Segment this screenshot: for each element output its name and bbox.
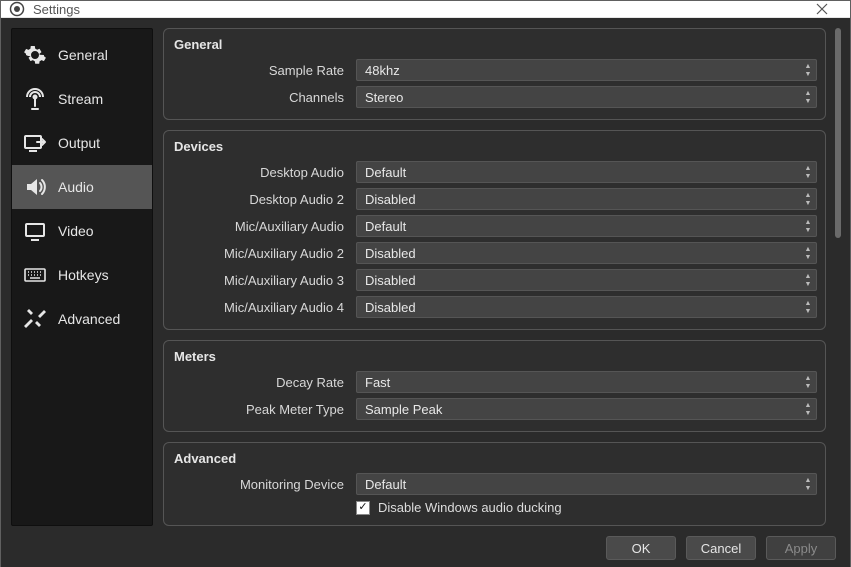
channels-label: Channels xyxy=(172,90,350,105)
mic-aux4-select[interactable]: Disabled▲▼ xyxy=(356,296,817,318)
keyboard-icon xyxy=(22,262,48,288)
cancel-button[interactable]: Cancel xyxy=(686,536,756,560)
window-title: Settings xyxy=(33,2,80,17)
desktop-audio-label: Desktop Audio xyxy=(172,165,350,180)
group-meters: Meters Decay Rate Fast▲▼ Peak Meter Type… xyxy=(163,340,826,432)
sidebar-item-label: Stream xyxy=(58,91,103,107)
group-title: Devices xyxy=(174,139,817,154)
disable-ducking-label: Disable Windows audio ducking xyxy=(378,500,562,515)
app-icon xyxy=(9,1,25,17)
close-button[interactable] xyxy=(802,1,842,17)
sidebar-item-video[interactable]: Video xyxy=(12,209,152,253)
sidebar-item-label: Video xyxy=(58,223,94,239)
sidebar-item-label: Hotkeys xyxy=(58,267,109,283)
combo-value: Sample Peak xyxy=(357,402,800,417)
updown-icon: ▲▼ xyxy=(800,300,816,315)
group-general: General Sample Rate 48khz ▲▼ Channels St xyxy=(163,28,826,120)
sidebar-item-audio[interactable]: Audio xyxy=(12,165,152,209)
decay-rate-select[interactable]: Fast▲▼ xyxy=(356,371,817,393)
channels-select[interactable]: Stereo ▲▼ xyxy=(356,86,817,108)
desktop-audio-select[interactable]: Default▲▼ xyxy=(356,161,817,183)
updown-icon: ▲▼ xyxy=(800,375,816,390)
titlebar: Settings xyxy=(1,1,850,18)
sample-rate-select[interactable]: 48khz ▲▼ xyxy=(356,59,817,81)
mic-aux4-label: Mic/Auxiliary Audio 4 xyxy=(172,300,350,315)
sidebar-item-stream[interactable]: Stream xyxy=(12,77,152,121)
disable-ducking-checkbox[interactable]: ✓ xyxy=(356,501,370,515)
tools-icon xyxy=(22,306,48,332)
scrollbar[interactable] xyxy=(832,28,844,526)
sidebar-item-label: Audio xyxy=(58,179,94,195)
group-title: General xyxy=(174,37,817,52)
combo-value: 48khz xyxy=(357,63,800,78)
sidebar-item-label: Advanced xyxy=(58,311,120,327)
mic-aux2-label: Mic/Auxiliary Audio 2 xyxy=(172,246,350,261)
updown-icon: ▲▼ xyxy=(800,246,816,261)
sidebar-item-advanced[interactable]: Advanced xyxy=(12,297,152,341)
desktop-audio2-select[interactable]: Disabled▲▼ xyxy=(356,188,817,210)
combo-value: Disabled xyxy=(357,300,800,315)
combo-value: Disabled xyxy=(357,246,800,261)
updown-icon: ▲▼ xyxy=(800,192,816,207)
peak-meter-type-label: Peak Meter Type xyxy=(172,402,350,417)
mic-aux-label: Mic/Auxiliary Audio xyxy=(172,219,350,234)
combo-value: Default xyxy=(357,477,800,492)
monitoring-device-select[interactable]: Default▲▼ xyxy=(356,473,817,495)
updown-icon: ▲▼ xyxy=(800,273,816,288)
sidebar-item-hotkeys[interactable]: Hotkeys xyxy=(12,253,152,297)
decay-rate-label: Decay Rate xyxy=(172,375,350,390)
combo-value: Disabled xyxy=(357,273,800,288)
stream-icon xyxy=(22,86,48,112)
group-title: Advanced xyxy=(174,451,817,466)
video-icon xyxy=(22,218,48,244)
content-wrap: General Sample Rate 48khz ▲▼ Channels St xyxy=(153,28,846,526)
sidebar-item-label: Output xyxy=(58,135,100,151)
updown-icon: ▲▼ xyxy=(800,90,816,105)
peak-meter-type-select[interactable]: Sample Peak▲▼ xyxy=(356,398,817,420)
group-devices: Devices Desktop Audio Default▲▼ Desktop … xyxy=(163,130,826,330)
combo-value: Default xyxy=(357,165,800,180)
body: General Stream Output xyxy=(1,18,850,567)
sidebar: General Stream Output xyxy=(11,28,153,526)
footer: OK Cancel Apply xyxy=(11,532,846,562)
settings-window: Settings General Stream xyxy=(0,0,851,567)
audio-icon xyxy=(22,174,48,200)
main-row: General Stream Output xyxy=(11,28,846,526)
mic-aux3-select[interactable]: Disabled▲▼ xyxy=(356,269,817,291)
sidebar-item-label: General xyxy=(58,47,108,63)
desktop-audio2-label: Desktop Audio 2 xyxy=(172,192,350,207)
ok-button[interactable]: OK xyxy=(606,536,676,560)
sidebar-item-output[interactable]: Output xyxy=(12,121,152,165)
updown-icon: ▲▼ xyxy=(800,165,816,180)
updown-icon: ▲▼ xyxy=(800,477,816,492)
monitoring-device-label: Monitoring Device xyxy=(172,477,350,492)
group-title: Meters xyxy=(174,349,817,364)
updown-icon: ▲▼ xyxy=(800,63,816,78)
mic-aux2-select[interactable]: Disabled▲▼ xyxy=(356,242,817,264)
output-icon xyxy=(22,130,48,156)
combo-value: Stereo xyxy=(357,90,800,105)
mic-aux-select[interactable]: Default▲▼ xyxy=(356,215,817,237)
sidebar-item-general[interactable]: General xyxy=(12,33,152,77)
sample-rate-label: Sample Rate xyxy=(172,63,350,78)
content: General Sample Rate 48khz ▲▼ Channels St xyxy=(153,28,830,526)
mic-aux3-label: Mic/Auxiliary Audio 3 xyxy=(172,273,350,288)
combo-value: Fast xyxy=(357,375,800,390)
updown-icon: ▲▼ xyxy=(800,219,816,234)
updown-icon: ▲▼ xyxy=(800,402,816,417)
group-advanced: Advanced Monitoring Device Default▲▼ ✓ D… xyxy=(163,442,826,526)
scrollbar-thumb[interactable] xyxy=(835,28,841,238)
combo-value: Disabled xyxy=(357,192,800,207)
apply-button[interactable]: Apply xyxy=(766,536,836,560)
gear-icon xyxy=(22,42,48,68)
combo-value: Default xyxy=(357,219,800,234)
